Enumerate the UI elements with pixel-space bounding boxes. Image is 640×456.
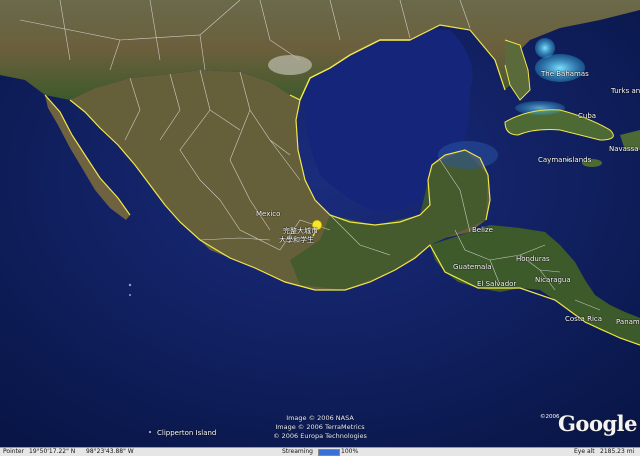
earth-viewer: The Bahamas Turks and Cuba Caymanislands… [0, 0, 640, 456]
credit-line: Image © 2006 TerraMetrics [275, 423, 365, 431]
bahamas-banks-2 [535, 38, 555, 58]
label-clipperton-island: Clipperton Island [157, 429, 217, 437]
eye-alt-label: Eye alt [574, 448, 595, 455]
logo-wordmark: Google [558, 411, 637, 436]
cloud-patch [268, 55, 312, 75]
pointer-latitude: 19°50'17.22" N [29, 448, 76, 455]
label-mexico: Mexico [256, 210, 281, 218]
label-costa-rica: Costa Rica [565, 315, 603, 323]
streaming-value: 100% [341, 448, 359, 455]
label-el-salvador: El Salvador [477, 280, 517, 288]
eye-alt-value: 2185.23 mi [600, 448, 635, 455]
label-guatemala: Guatemala [453, 263, 492, 271]
pointer-label: Pointer [3, 448, 25, 455]
google-logo: ©2006 Google [540, 411, 637, 439]
streaming-progress-bar [318, 449, 340, 456]
label-nicaragua: Nicaragua [535, 276, 571, 284]
credit-line: Image © 2006 NASA [286, 414, 354, 422]
label-cayman-islands: Caymanislands [538, 156, 592, 164]
logo-copyright: ©2006 [540, 414, 560, 420]
cuba-banks [515, 101, 565, 115]
status-bar: Pointer 19°50'17.22" N 98°23'43.88" W St… [0, 447, 640, 456]
streaming-progress-fill [319, 450, 339, 455]
label-belize: Belize [472, 226, 493, 234]
satellite-map[interactable] [0, 0, 640, 448]
imagery-credits: Image © 2006 NASA Image © 2006 TerraMetr… [250, 414, 390, 441]
label-honduras: Honduras [516, 255, 550, 263]
clipperton-dot [149, 431, 151, 433]
label-panama: Panama [616, 318, 640, 326]
label-navassa: Navassa [609, 145, 639, 153]
label-poi-2: 大學和学生 [279, 236, 314, 244]
label-the-bahamas: The Bahamas [541, 70, 589, 78]
island-dot [129, 294, 131, 296]
streaming-label: Streaming [282, 448, 313, 455]
island-dot [128, 283, 132, 287]
label-cuba: Cuba [578, 112, 597, 120]
label-turks-and: Turks and [611, 87, 640, 95]
pointer-longitude: 98°23'43.88" W [86, 448, 134, 455]
credit-line: © 2006 Europa Technologies [273, 432, 367, 440]
